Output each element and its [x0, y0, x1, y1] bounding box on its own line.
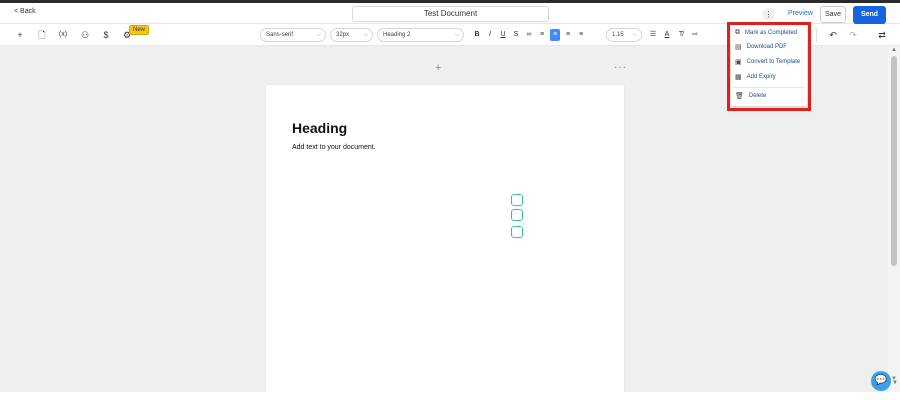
strikethrough-icon[interactable]: S	[511, 29, 521, 41]
vertical-scrollbar[interactable]: ▲ ▼	[888, 46, 900, 392]
back-label: < Back	[14, 8, 36, 15]
page-options-icon[interactable]: ···	[614, 62, 627, 73]
undo-icon[interactable]: ↶	[826, 28, 840, 42]
more-vertical-icon[interactable]: ⋮	[762, 8, 775, 21]
redo-icon[interactable]: ↷	[846, 28, 860, 42]
document-body-text[interactable]: Add text to your document.	[292, 144, 376, 151]
document-heading[interactable]: Heading	[292, 120, 347, 136]
line-height-select[interactable]: 1.15 ⌵	[606, 28, 642, 42]
add-page-icon[interactable]: +	[435, 62, 441, 74]
document-title-input[interactable]: Test Document	[352, 6, 549, 22]
underline-icon[interactable]: U	[498, 29, 508, 41]
font-family-select[interactable]: Sans-serif ⌵	[260, 28, 326, 42]
checkbox-field[interactable]	[511, 226, 523, 238]
dollar-icon[interactable]: $	[99, 28, 113, 42]
checkbox-field[interactable]	[511, 209, 523, 221]
scrollbar-thumb[interactable]	[891, 56, 897, 266]
chevron-down-icon: ⌵	[316, 32, 321, 38]
new-badge: New	[129, 25, 150, 35]
bold-icon[interactable]: B	[472, 29, 482, 41]
insert-icon[interactable]: ⇨	[690, 29, 700, 41]
chevron-down-icon: ⌵	[454, 32, 459, 38]
chevron-down-icon: ⌵	[363, 32, 368, 38]
plus-icon[interactable]: +	[13, 28, 27, 42]
save-button[interactable]: Save	[820, 6, 846, 23]
send-button[interactable]: Send	[853, 6, 886, 24]
variable-icon[interactable]: (x)	[56, 28, 70, 42]
chat-help-icon[interactable]: 💬	[871, 371, 891, 391]
scroll-up-icon[interactable]: ▲	[891, 47, 897, 53]
menu-highlight-box	[727, 22, 811, 111]
user-icon[interactable]: ⚇	[78, 28, 92, 42]
bottom-bar	[0, 392, 900, 400]
document-header: < Back Test Document ⋮ Preview Save Send	[0, 3, 900, 24]
align-justify-icon[interactable]: ≡	[576, 29, 586, 41]
chevron-down-icon: ⌵	[632, 32, 637, 38]
back-button[interactable]: < Back	[14, 8, 36, 15]
link-icon[interactable]: ∞	[524, 29, 534, 41]
align-right-icon[interactable]: ≡	[563, 29, 573, 41]
text-color-icon[interactable]: A	[662, 29, 672, 41]
preview-button[interactable]: Preview	[788, 10, 813, 17]
font-size-value: 32px	[336, 32, 350, 38]
toolbar-divider	[816, 28, 817, 42]
document-page[interactable]: Heading Add text to your document.	[266, 85, 624, 392]
chevron-down-icon[interactable]: ▼	[892, 380, 898, 386]
font-size-select[interactable]: 32px ⌵	[330, 28, 373, 42]
file-icon[interactable]: 🗋	[35, 28, 49, 42]
list-icon[interactable]: ☰	[648, 29, 658, 41]
filter-icon[interactable]: ⇄	[875, 28, 889, 42]
clear-format-icon[interactable]: T̸	[676, 29, 686, 41]
font-family-value: Sans-serif	[266, 32, 294, 38]
block-style-value: Heading 2	[383, 32, 411, 38]
checkbox-field[interactable]	[511, 194, 523, 206]
line-height-value: 1.15	[612, 32, 624, 38]
block-style-select[interactable]: Heading 2 ⌵	[377, 28, 464, 42]
italic-icon[interactable]: I	[485, 29, 495, 41]
align-center-icon[interactable]: ≡	[550, 29, 560, 41]
align-left-icon[interactable]: ≡	[537, 29, 547, 41]
